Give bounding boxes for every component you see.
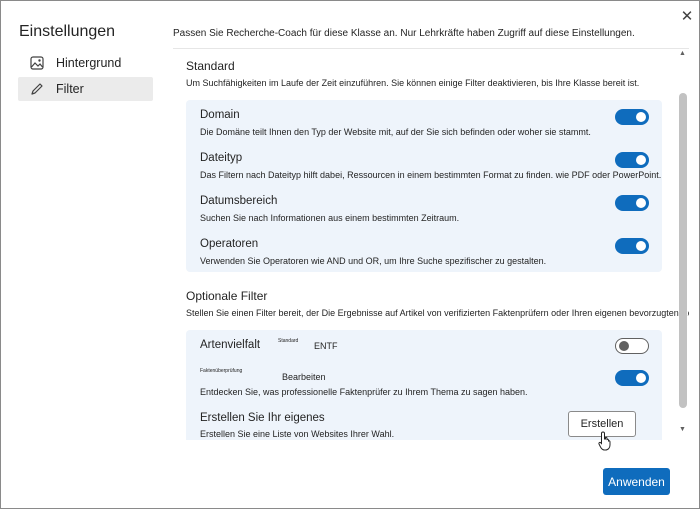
standard-filters-card: Domain Die Domäne teilt Ihnen den Typ de… xyxy=(186,100,662,272)
filter-desc: Verwenden Sie Operatoren wie AND und OR,… xyxy=(200,256,547,266)
settings-dialog: ✕ Einstellungen Hintergrund Filter Passe… xyxy=(0,0,700,509)
settings-scroll-area[interactable]: Standard Um Suchfähigkeiten im Laufe der… xyxy=(173,48,689,440)
sidebar-item-label: Filter xyxy=(56,82,84,96)
filter-title: Operatoren xyxy=(200,238,259,250)
filter-title: Erstellen Sie Ihr eigenes xyxy=(200,412,325,424)
faktenpruefung-tag: Faktenüberprüfung xyxy=(200,368,243,374)
filter-desc: Erstellen Sie eine Liste von Websites Ih… xyxy=(200,429,395,439)
filter-title: Datumsbereich xyxy=(200,195,278,207)
standard-tag: Standard xyxy=(278,338,299,344)
filter-title: Domain xyxy=(200,109,240,121)
intro-text: Passen Sie Recherche-Coach für diese Kla… xyxy=(173,28,635,39)
apply-button[interactable]: Anwenden xyxy=(603,468,670,495)
entf-label: ENTF xyxy=(314,341,338,351)
dialog-title: Einstellungen xyxy=(19,23,116,40)
operatoren-toggle[interactable] xyxy=(615,238,649,254)
sidebar-item-hintergrund[interactable]: Hintergrund xyxy=(18,51,153,75)
sidebar-item-label: Hintergrund xyxy=(56,56,122,70)
section-desc-standard: Um Suchfähigkeiten im Laufe der Zeit ein… xyxy=(186,78,640,88)
pencil-icon xyxy=(29,81,45,97)
dateityp-toggle[interactable] xyxy=(615,152,649,168)
filter-desc: Das Filtern nach Dateityp hilft dabei, R… xyxy=(200,170,662,180)
bearbeiten-label: Bearbeiten xyxy=(282,372,326,382)
image-icon xyxy=(29,55,45,71)
close-icon[interactable]: ✕ xyxy=(677,7,697,27)
filter-title: Artenvielfalt xyxy=(200,339,261,351)
scrollbar[interactable]: ▲ ▼ xyxy=(677,48,689,440)
domain-toggle[interactable] xyxy=(615,109,649,125)
artenvielfalt-toggle[interactable] xyxy=(615,338,649,354)
filter-title: Dateityp xyxy=(200,152,243,164)
section-title-standard: Standard xyxy=(186,59,235,73)
filter-desc: Entdecken Sie, was professionelle Fakten… xyxy=(200,387,528,397)
datumsbereich-toggle[interactable] xyxy=(615,195,649,211)
filter-desc: Suchen Sie nach Informationen aus einem … xyxy=(200,213,460,223)
scroll-down-icon[interactable]: ▼ xyxy=(679,426,686,433)
scroll-up-icon[interactable]: ▲ xyxy=(679,50,686,57)
section-title-optional: Optionale Filter xyxy=(186,289,268,303)
hand-cursor-icon xyxy=(598,431,611,451)
sidebar-item-filter[interactable]: Filter xyxy=(18,77,153,101)
scrollbar-thumb[interactable] xyxy=(679,93,687,408)
section-desc-optional: Stellen Sie einen Filter bereit, der Die… xyxy=(186,308,689,318)
faktenpruefung-toggle[interactable] xyxy=(615,370,649,386)
filter-desc: Die Domäne teilt Ihnen den Typ der Websi… xyxy=(200,127,591,137)
